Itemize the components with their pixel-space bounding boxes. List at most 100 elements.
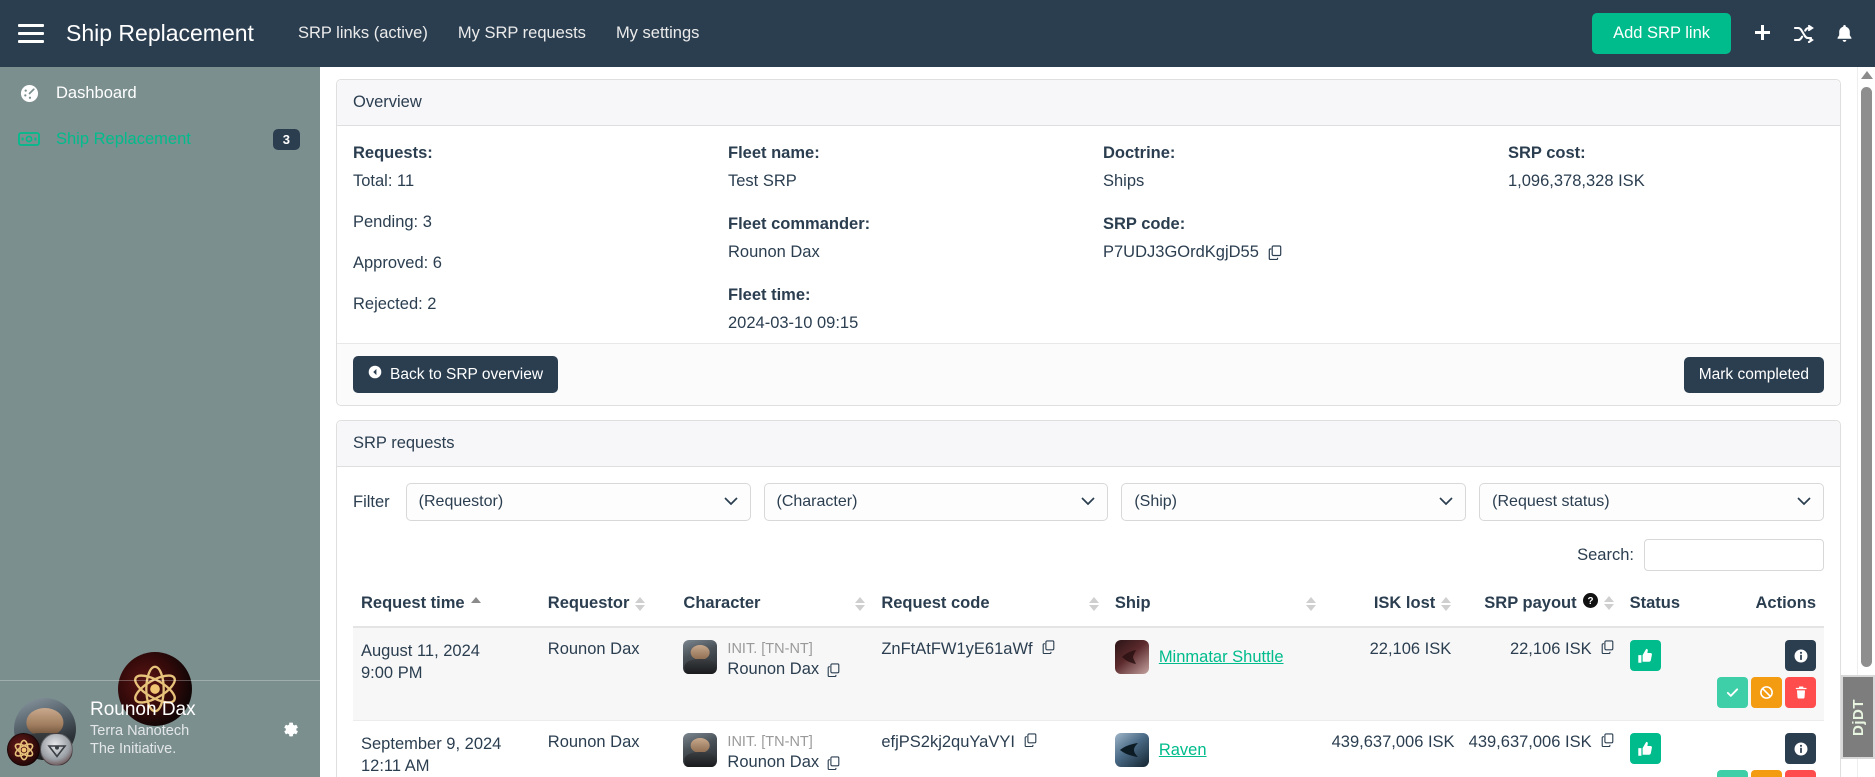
- sort-icon: [1305, 596, 1316, 611]
- thumbs-up-icon[interactable]: [1629, 640, 1661, 671]
- mark-completed-button[interactable]: Mark completed: [1683, 356, 1824, 393]
- copy-icon[interactable]: [1601, 640, 1614, 654]
- col-ship[interactable]: Ship: [1106, 583, 1324, 628]
- col-label: ISK lost: [1373, 594, 1436, 612]
- ship-icon: [1114, 640, 1149, 674]
- back-arrow-icon: [368, 365, 382, 384]
- overview-column-fleet: Fleet name: Test SRP Fleet commander: Ro…: [728, 144, 1103, 333]
- svg-text:?: ?: [1587, 596, 1593, 607]
- scrollbar-thumb[interactable]: [1861, 87, 1872, 667]
- filter-requestor-value: (Requestor): [418, 493, 504, 510]
- col-requestor[interactable]: Requestor: [539, 583, 676, 628]
- col-request-time[interactable]: Request time: [353, 583, 540, 628]
- help-icon[interactable]: ?: [1582, 593, 1598, 613]
- sidebar-item-label: Dashboard: [56, 83, 137, 102]
- doctrine-label: Doctrine:: [1103, 144, 1176, 162]
- copy-icon[interactable]: [1024, 733, 1037, 747]
- fleet-name-label: Fleet name:: [728, 144, 820, 162]
- search-label: Search:: [1577, 545, 1634, 564]
- col-isk-lost[interactable]: ISK lost: [1323, 583, 1460, 628]
- add-srp-link-button[interactable]: Add SRP link: [1592, 13, 1731, 54]
- nav-right-group: Add SRP link: [1592, 13, 1853, 54]
- srp-code-value-wrap: P7UDJ3GOrdKgjD55: [1103, 243, 1496, 262]
- filter-request-status-value: (Request status): [1492, 493, 1610, 510]
- srp-payout-value: 22,106 ISK: [1509, 640, 1592, 658]
- trash-icon[interactable]: [1785, 770, 1816, 777]
- cell-character: INIT. [TN-NT] Rounon Dax: [675, 627, 874, 721]
- search-input[interactable]: [1644, 539, 1824, 571]
- trash-icon[interactable]: [1785, 677, 1816, 708]
- hamburger-icon[interactable]: [18, 21, 48, 47]
- overview-card: Overview Requests: Total: 11 Pending: 3 …: [336, 79, 1841, 406]
- copy-icon[interactable]: [1601, 733, 1614, 747]
- character-corp: INIT. [TN-NT]: [727, 734, 813, 750]
- bell-icon[interactable]: [1836, 24, 1853, 43]
- filter-request-status-select[interactable]: (Request status): [1479, 483, 1824, 521]
- chevron-down-icon: [1081, 493, 1095, 511]
- character-corp: INIT. [TN-NT]: [727, 641, 813, 657]
- srp-code-label: SRP code:: [1103, 215, 1186, 233]
- main-scroll-area: Overview Requests: Total: 11 Pending: 3 …: [320, 67, 1857, 777]
- scroll-up-arrow-icon[interactable]: [1860, 71, 1873, 79]
- character-portrait: [683, 733, 718, 767]
- col-request-code[interactable]: Request code: [873, 583, 1107, 628]
- filter-requestor-select[interactable]: (Requestor): [405, 483, 751, 521]
- fleet-commander-value: Rounon Dax: [728, 243, 820, 261]
- plus-icon[interactable]: [1753, 24, 1772, 43]
- nav-link-my-srp-requests[interactable]: My SRP requests: [458, 24, 586, 43]
- filter-character-select[interactable]: (Character): [763, 483, 1109, 521]
- overview-body: Requests: Total: 11 Pending: 3 Approved:…: [337, 126, 1840, 343]
- ship-replacement-icon: [14, 131, 44, 147]
- cell-ship: Minmatar Shuttle: [1106, 627, 1324, 721]
- table-header-row: Request time Requestor Character Request…: [353, 583, 1824, 628]
- nav-link-my-settings[interactable]: My settings: [616, 24, 699, 43]
- sidebar-item-dashboard[interactable]: Dashboard: [0, 73, 320, 113]
- sidebar: Dashboard Ship Replacement 3 Rounon Dax …: [0, 67, 320, 777]
- info-icon[interactable]: [1785, 640, 1816, 671]
- col-actions: Actions: [1719, 583, 1824, 628]
- profile-name: Rounon Dax: [90, 699, 196, 721]
- filter-row: Filter (Requestor) (Character) (Ship) (R…: [337, 467, 1840, 529]
- copy-icon[interactable]: [1268, 245, 1282, 260]
- django-debug-toolbar-tab[interactable]: DjDT: [1841, 675, 1875, 759]
- shuffle-icon[interactable]: [1794, 24, 1814, 43]
- col-character[interactable]: Character: [675, 583, 874, 628]
- copy-icon[interactable]: [1042, 640, 1055, 654]
- deny-icon[interactable]: [1751, 677, 1782, 708]
- sidebar-item-ship-replacement[interactable]: Ship Replacement 3: [0, 119, 320, 159]
- thumbs-up-icon[interactable]: [1629, 733, 1661, 764]
- alliance-badge-icon: [7, 733, 40, 766]
- deny-icon[interactable]: [1751, 770, 1782, 777]
- gear-icon[interactable]: [275, 714, 306, 745]
- cell-actions: [1717, 720, 1824, 777]
- ship-link[interactable]: Raven: [1159, 741, 1207, 760]
- copy-icon[interactable]: [827, 755, 840, 770]
- request-date: September 9, 2024: [361, 735, 502, 753]
- sidebar-user-profile[interactable]: Rounon Dax Terra Nanotech The Initiative…: [0, 681, 320, 777]
- table-row: August 11, 2024 9:00 PM Rounon Dax INIT.…: [353, 627, 1824, 721]
- approve-check-icon[interactable]: [1717, 770, 1748, 777]
- main-content: Overview Requests: Total: 11 Pending: 3 …: [320, 67, 1875, 777]
- filter-character-value: (Character): [776, 493, 858, 510]
- requests-label: Requests:: [353, 144, 433, 162]
- back-to-srp-overview-button[interactable]: Back to SRP overview: [353, 356, 559, 393]
- requests-total: Total: 11: [353, 172, 415, 190]
- dashboard-icon: [14, 84, 44, 103]
- col-srp-payout[interactable]: SRP payout ?: [1459, 583, 1622, 628]
- col-status: Status: [1621, 583, 1720, 628]
- search-row: Search:: [337, 529, 1840, 583]
- info-icon[interactable]: [1785, 733, 1816, 764]
- app-root: Ship Replacement SRP links (active) My S…: [0, 0, 1875, 777]
- filter-ship-select[interactable]: (Ship): [1121, 483, 1467, 521]
- nav-link-srp-links[interactable]: SRP links (active): [298, 24, 428, 43]
- approve-check-icon[interactable]: [1717, 677, 1748, 708]
- vertical-scrollbar[interactable]: [1857, 67, 1875, 777]
- cell-isk-lost: 439,637,006 ISK: [1323, 720, 1460, 777]
- col-label: Requestor: [547, 594, 630, 612]
- srp-cost-value: 1,096,378,328 ISK: [1508, 172, 1645, 190]
- cell-requestor: Rounon Dax: [539, 720, 676, 777]
- ship-link[interactable]: Minmatar Shuttle: [1159, 648, 1284, 667]
- copy-icon[interactable]: [827, 662, 840, 677]
- srp-cost-label: SRP cost:: [1508, 144, 1586, 162]
- srp-requests-card: SRP requests Filter (Requestor) (Charact…: [336, 420, 1841, 777]
